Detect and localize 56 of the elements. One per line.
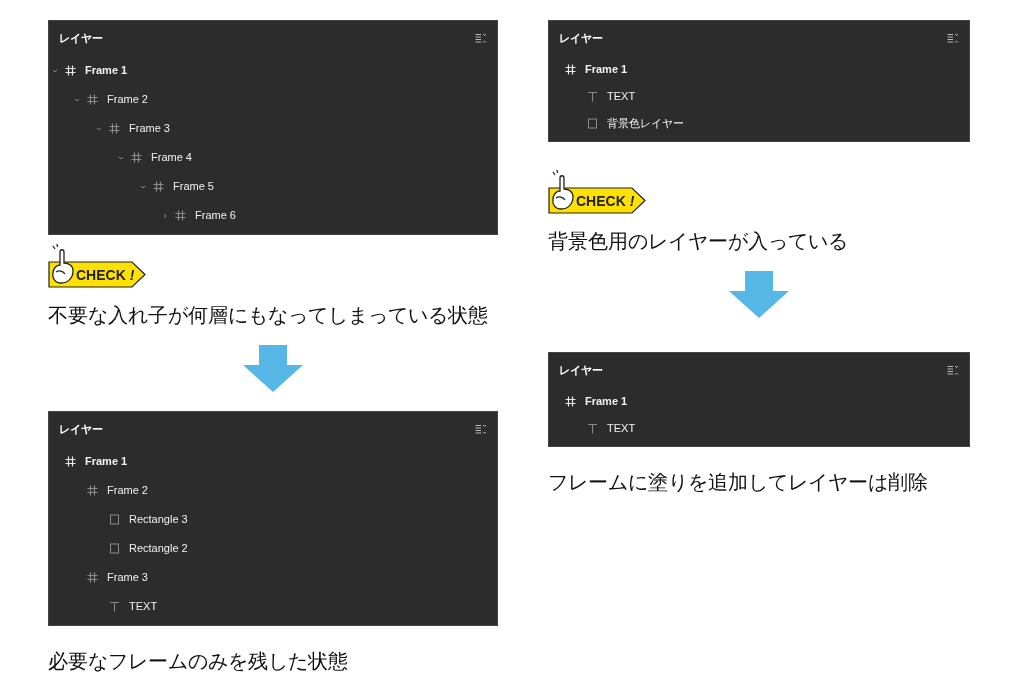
layer-name[interactable]: Frame 3 [129,120,170,137]
down-arrow-icon [243,345,303,392]
frame-icon [175,210,186,221]
chevron-down-icon[interactable] [140,183,146,190]
layer-name[interactable]: TEXT [129,598,158,615]
chevron-down-icon[interactable] [74,96,80,103]
collapse-layers-icon[interactable] [475,33,487,44]
panel-title: レイヤー [559,31,603,47]
layer-name[interactable]: Frame 2 [107,91,148,108]
caption: 不要な入れ子が何層にもなってしまっている状態 [48,303,489,328]
layer-name[interactable]: Frame 6 [195,207,236,224]
layer-name[interactable]: 背景色レイヤー [607,115,684,132]
rectangle-icon [109,514,120,525]
layer-name[interactable]: Frame 5 [173,178,214,195]
frame-icon [109,123,120,134]
chevron-down-icon[interactable] [118,154,124,161]
check-label: CHECK ! [76,266,135,285]
chevron-down-icon[interactable] [52,67,58,74]
layer-name[interactable]: Rectangle 3 [129,511,188,528]
panel-title: レイヤー [59,31,103,47]
collapse-layers-icon[interactable] [475,424,487,435]
frame-icon [87,485,98,496]
chevron-right-icon[interactable] [162,212,168,219]
frame-icon [565,396,576,407]
frame-icon [65,456,76,467]
layer-name[interactable]: Frame 1 [85,453,128,470]
text-icon [109,601,120,612]
caption: フレームに塗りを追加してレイヤーは削除 [548,470,929,495]
down-arrow-icon [729,271,789,318]
caption: 背景色用のレイヤーが入っている [548,229,849,254]
frame-icon [65,65,76,76]
rectangle-icon [587,118,598,129]
layer-name[interactable]: Frame 2 [107,482,148,499]
chevron-down-icon[interactable] [96,125,102,132]
frame-icon [87,94,98,105]
layer-name[interactable]: Rectangle 2 [129,540,188,557]
collapse-layers-icon[interactable] [947,33,959,44]
frame-icon [153,181,164,192]
panel-title: レイヤー [559,363,603,379]
layer-name[interactable]: Frame 1 [585,393,628,410]
rectangle-icon [109,543,120,554]
layer-name[interactable]: Frame 4 [151,149,192,166]
caption: 必要なフレームのみを残した状態 [48,649,349,674]
layer-name[interactable]: TEXT [607,420,636,437]
collapse-layers-icon[interactable] [947,365,959,376]
layer-name[interactable]: TEXT [607,88,636,105]
panel-title: レイヤー [59,422,103,438]
frame-icon [87,572,98,583]
layer-name[interactable]: Frame 1 [585,61,628,78]
layer-name[interactable]: Frame 1 [85,62,128,79]
text-icon [587,423,598,434]
frame-icon [565,64,576,75]
frame-icon [131,152,142,163]
check-label: CHECK ! [576,192,635,211]
text-icon [587,91,598,102]
layer-name[interactable]: Frame 3 [107,569,148,586]
